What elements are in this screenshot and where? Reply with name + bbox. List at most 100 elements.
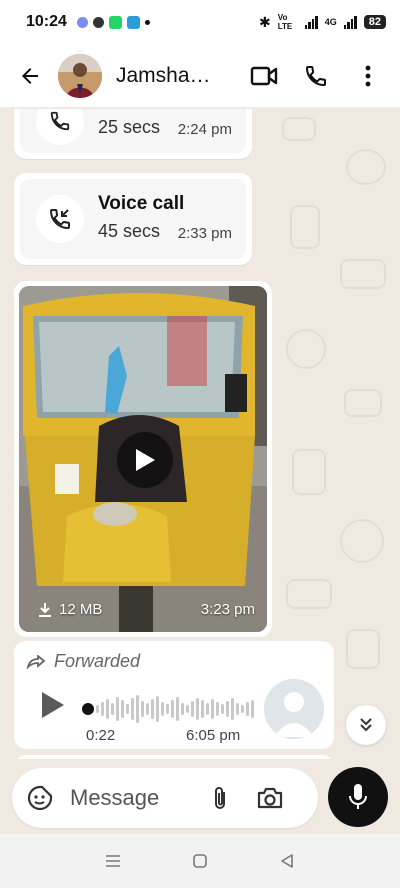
video-size-label: 12 MB: [59, 601, 103, 618]
waveform-bar: [106, 699, 109, 719]
voice-message[interactable]: Forwarded 0:22 6:05 pm: [14, 641, 334, 749]
network-4g-label: 4G: [324, 17, 337, 27]
waveform-bar: [211, 699, 214, 719]
status-notification-icons: [76, 15, 150, 29]
waveform-bar: [196, 698, 199, 720]
call-card: 25 secs 2:24 pm: [20, 109, 246, 153]
nav-back-icon[interactable]: [272, 846, 302, 876]
call-duration: 45 secs: [98, 221, 161, 241]
waveform-bar: [146, 703, 149, 715]
download-icon: [39, 602, 51, 617]
default-avatar-icon: [264, 679, 324, 739]
waveform-bar: [181, 703, 184, 715]
recent-apps-icon[interactable]: [98, 846, 128, 876]
waveform-bar: [161, 702, 164, 716]
play-icon: [42, 692, 64, 718]
waveform-bar: [111, 703, 114, 715]
waveform-bar: [126, 704, 129, 714]
mic-button[interactable]: [328, 767, 388, 827]
waveform-bar: [136, 695, 139, 723]
forwarded-indicator: Forwarded: [26, 651, 140, 672]
waveform-bar: [101, 702, 104, 716]
video-call-icon[interactable]: [248, 60, 280, 92]
chat-bubble-icon: [92, 16, 104, 28]
whatsapp-icon: [108, 15, 122, 29]
home-icon[interactable]: [185, 846, 215, 876]
more-vert-icon[interactable]: [352, 60, 384, 92]
waveform-bar: [236, 703, 239, 715]
wallpaper-doodle: [340, 259, 386, 289]
waveform-bar: [246, 702, 249, 716]
status-bar: 10:24 ✱ Vo LTE 4G 82: [0, 0, 400, 44]
waveform-bar: [171, 700, 174, 718]
waveform-bar: [201, 700, 204, 718]
system-nav-bar: [0, 834, 400, 888]
phone-icon[interactable]: [300, 60, 332, 92]
forwarded-label: Forwarded: [54, 651, 141, 671]
camera-icon[interactable]: [254, 782, 286, 814]
wallpaper-doodle: [340, 519, 384, 563]
waveform-bar: [96, 705, 99, 713]
dot-icon: [144, 19, 150, 25]
battery-level: 82: [363, 15, 386, 29]
playback-scrubber[interactable]: [82, 703, 94, 715]
waveform-bar: [116, 697, 119, 721]
voice-play-button[interactable]: [40, 691, 66, 724]
back-arrow-icon[interactable]: [12, 58, 48, 94]
video-download-size[interactable]: 12 MB: [37, 601, 102, 618]
forward-icon: [26, 654, 46, 669]
voice-duration: 0:22: [86, 727, 116, 744]
waveform-bar: [166, 704, 169, 714]
voice-time: 6:05 pm: [186, 727, 241, 744]
waveform-bar: [221, 704, 224, 714]
voice-waveform[interactable]: [96, 693, 254, 725]
scroll-to-bottom-button[interactable]: [346, 705, 386, 745]
app-icon: [126, 15, 140, 29]
wallpaper-doodle: [346, 149, 386, 185]
double-chevron-down-icon: [360, 718, 372, 732]
video-time: 3:23 pm: [200, 601, 255, 618]
waveform-bar: [121, 700, 124, 718]
call-message[interactable]: Voice call 45 secs 2:33 pm: [14, 173, 252, 265]
message-composer: [12, 768, 318, 828]
waveform-bar: [151, 699, 154, 719]
chat-header: Jamsha…: [0, 44, 400, 108]
chat-area[interactable]: 25 secs 2:24 pm Voice call 45 secs 2:33 …: [0, 109, 400, 759]
call-icon-circle: [36, 109, 84, 145]
waveform-bar: [191, 701, 194, 717]
status-time: 10:24: [26, 13, 67, 30]
call-duration: 25 secs: [98, 117, 161, 137]
attach-icon[interactable]: [204, 782, 236, 814]
incoming-call-icon: [36, 195, 84, 243]
video-message[interactable]: 12 MB 3:23 pm: [14, 281, 272, 637]
wallpaper-doodle: [292, 449, 326, 495]
waveform-bar: [131, 698, 134, 720]
gemini-icon: [76, 16, 88, 28]
message-input[interactable]: [70, 785, 198, 811]
bluetooth-icon: ✱: [259, 13, 271, 30]
waveform-bar: [226, 701, 229, 717]
call-message[interactable]: 25 secs 2:24 pm: [14, 109, 252, 159]
signal-icon-2: [343, 15, 357, 29]
contact-avatar[interactable]: [58, 53, 102, 98]
call-card: Voice call 45 secs 2:33 pm: [20, 179, 246, 259]
volte-label: Vo LTE: [277, 13, 293, 31]
contact-name[interactable]: Jamsha…: [116, 64, 224, 88]
mic-icon: [349, 784, 367, 809]
video-thumbnail[interactable]: 12 MB 3:23 pm: [19, 286, 267, 632]
sender-avatar: [264, 679, 324, 739]
signal-icon: [304, 15, 318, 29]
wallpaper-doodle: [346, 629, 380, 669]
waveform-bar: [176, 697, 179, 721]
call-time: 2:33 pm: [177, 225, 232, 242]
sticker-icon[interactable]: [24, 782, 56, 814]
play-button[interactable]: [117, 432, 173, 488]
wallpaper-doodle: [286, 329, 326, 369]
waveform-bar: [186, 705, 189, 713]
waveform-bar: [206, 703, 209, 715]
next-message-edge: [14, 755, 334, 759]
waveform-bar: [156, 696, 159, 722]
call-title: Voice call: [98, 193, 185, 214]
waveform-bar: [251, 700, 254, 718]
waveform-bar: [231, 698, 234, 720]
